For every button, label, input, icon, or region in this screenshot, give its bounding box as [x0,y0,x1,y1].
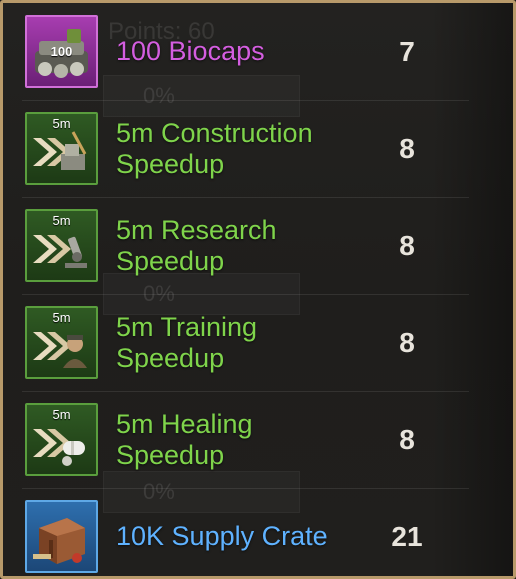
reward-row: 5m 5m Construction Speedup 8 [22,100,469,198]
supply-crate-icon [25,500,98,573]
reward-name: 5m Construction Speedup [116,117,313,179]
healing-speedup-icon: 5m [25,403,98,476]
speedup-duration-tag: 5m [52,116,71,131]
reward-row: 5m 5m Research Speedup 8 [22,197,469,295]
reward-quantity: 21 [391,520,423,552]
biocaps-icon-text: 100 [50,44,73,59]
speedup-duration-tag: 5m [52,213,71,228]
reward-quantity: 7 [399,35,415,67]
reward-row: 5m 5m Healing Speedup 8 [22,391,469,489]
construction-speedup-icon: 5m [25,112,98,185]
reward-quantity: 8 [399,229,415,261]
training-speedup-icon: 5m [25,306,98,379]
reward-name: 5m Research Speedup [116,214,277,276]
reward-name: 5m Healing Speedup [116,408,253,470]
reward-quantity: 8 [399,132,415,164]
research-speedup-icon: 5m [25,209,98,282]
reward-name: 100 Biocaps [116,36,265,66]
reward-list-panel: Points: 60 0% 0% 0% 100 100 Biocaps 7 5m… [0,0,516,579]
reward-quantity: 8 [399,423,415,455]
reward-row: 10K Supply Crate 21 [22,488,469,576]
reward-row: 100 100 Biocaps 7 [22,3,469,101]
reward-quantity: 8 [399,326,415,358]
speedup-duration-tag: 5m [52,310,71,325]
biocaps-icon: 100 [25,15,98,88]
reward-name: 10K Supply Crate [116,521,328,551]
reward-name: 5m Training Speedup [116,311,258,373]
reward-row: 5m 5m Training Speedup 8 [22,294,469,392]
speedup-duration-tag: 5m [52,407,71,422]
